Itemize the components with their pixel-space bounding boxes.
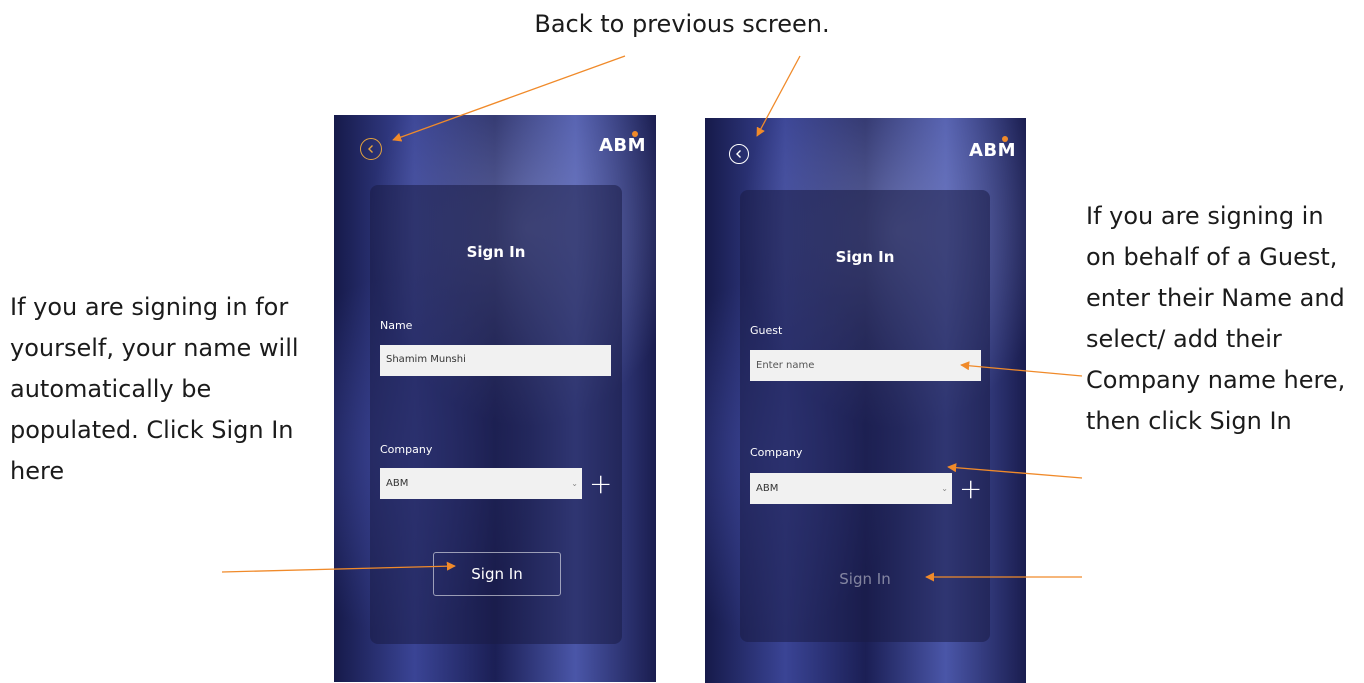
company-selected-value: ABM [386, 478, 409, 489]
sign-in-button[interactable]: Sign In [433, 552, 561, 596]
guest-signin-screen: ABM Sign In Guest Company ABM ⌄ + Sign I… [705, 118, 1026, 683]
company-label: Company [750, 446, 803, 459]
chevron-left-icon [736, 150, 741, 158]
logo-text: ABM [968, 140, 1016, 161]
guest-name-input[interactable] [750, 350, 981, 381]
annotation-guest-signin: If you are signing in on behalf of a Gue… [1086, 202, 1346, 435]
logo-text: ABM [598, 135, 646, 156]
logo-dot-icon [632, 131, 638, 137]
company-select[interactable]: ABM ⌄ [380, 468, 582, 499]
card-title: Sign In [835, 248, 895, 266]
logo-dot-icon [1002, 136, 1008, 142]
signin-card: Sign In Guest Company ABM ⌄ + Sign In [740, 190, 990, 642]
self-signin-screen: ABM Sign In Name Shamim Munshi Company A… [334, 115, 656, 682]
add-company-icon[interactable]: + [959, 475, 982, 503]
chevron-left-icon [368, 145, 373, 153]
chevron-down-icon: ⌄ [571, 479, 578, 488]
guest-label: Guest [750, 324, 783, 337]
abm-logo: ABM [598, 131, 646, 156]
company-label: Company [380, 443, 433, 456]
company-selected-value: ABM [756, 483, 779, 494]
chevron-down-icon: ⌄ [941, 484, 948, 493]
card-title: Sign In [466, 243, 526, 261]
annotation-back-caption: Back to previous screen. [534, 10, 830, 38]
company-select[interactable]: ABM ⌄ [750, 473, 952, 504]
annotation-self-signin: If you are signing in for yourself, your… [10, 293, 299, 485]
signin-card: Sign In Name Shamim Munshi Company ABM ⌄… [370, 185, 622, 644]
name-field[interactable]: Shamim Munshi [380, 345, 611, 376]
sign-in-button[interactable]: Sign In [815, 564, 915, 594]
back-button[interactable] [729, 144, 749, 164]
back-button[interactable] [360, 138, 382, 160]
name-label: Name [380, 319, 413, 332]
abm-logo: ABM [968, 136, 1016, 161]
add-company-icon[interactable]: + [589, 470, 612, 498]
